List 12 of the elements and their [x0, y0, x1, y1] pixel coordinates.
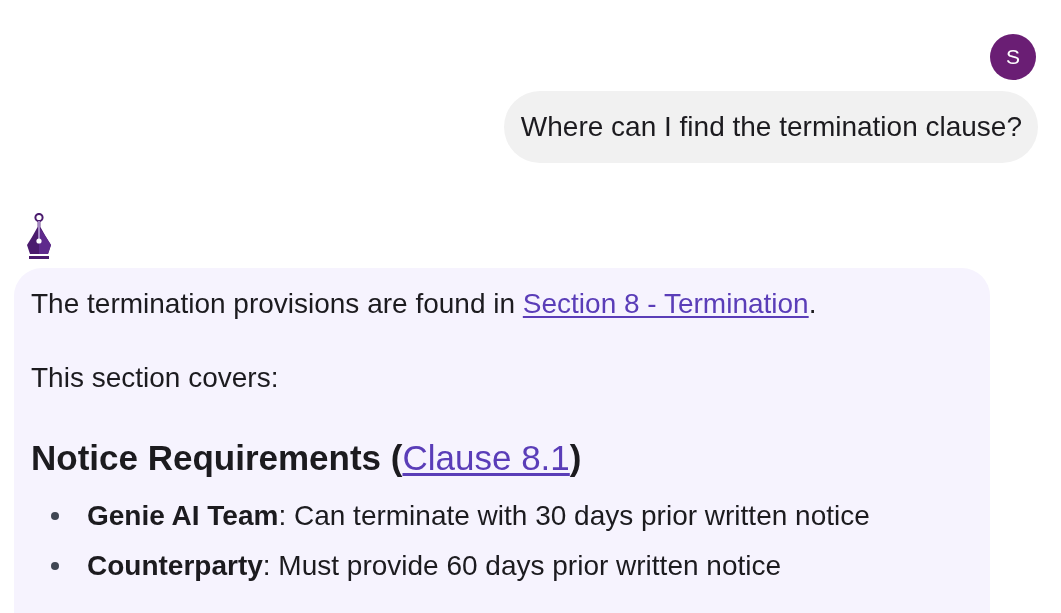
- user-avatar: S: [990, 34, 1036, 80]
- list-item-text: Counterparty: Must provide 60 days prior written notice: [87, 550, 782, 582]
- list-item-text: Genie AI Team: Can terminate with 30 days prior written notice: [87, 500, 870, 532]
- bullet-icon: [51, 512, 59, 520]
- section-link[interactable]: Section 8 - Termination: [522, 288, 809, 319]
- bullet-icon: [51, 562, 59, 570]
- answer-text: This section covers:: [31, 362, 279, 394]
- clause-link[interactable]: Clause 8.1: [402, 438, 570, 477]
- pen-nib-icon: [26, 213, 52, 259]
- section-heading: Notice Requirements (Clause 8.1): [31, 437, 582, 479]
- answer-text: The termination provisions are found in Section 8 - Termination.: [31, 288, 817, 320]
- user-message: Where can I find the termination clause?: [503, 91, 1038, 163]
